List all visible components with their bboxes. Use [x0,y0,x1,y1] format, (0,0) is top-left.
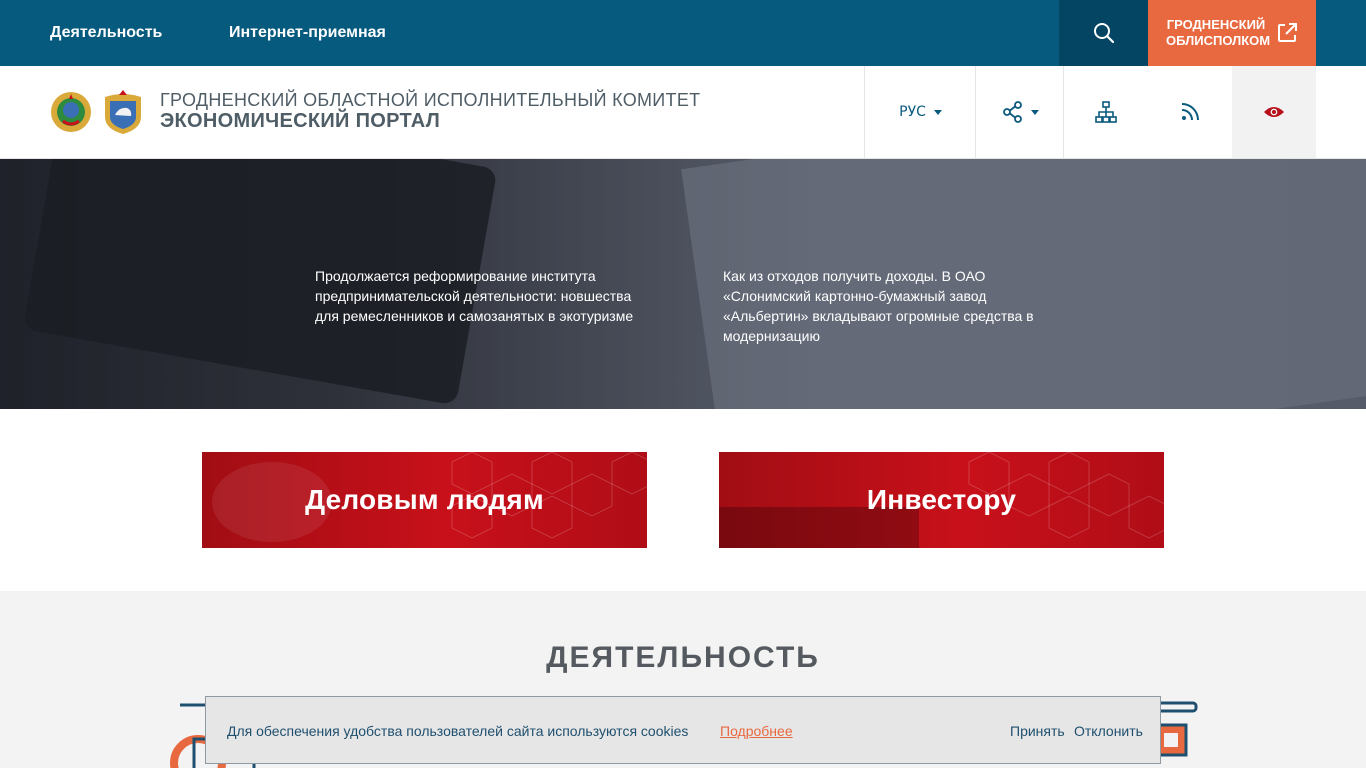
oblispolkom-label-line1: ГРОДНЕНСКИЙ [1166,17,1266,32]
language-selector[interactable]: РУС [864,66,976,158]
share-icon [1003,101,1022,123]
chevron-down-icon [933,109,942,115]
activity-section-title: ДЕЯТЕЛЬНОСТЬ [546,641,820,674]
rss-icon [1181,103,1199,121]
accessibility-eye-button[interactable] [1232,66,1316,158]
nav-link-activity[interactable]: Деятельность [50,0,162,66]
nav-link-internet-reception[interactable]: Интернет-приемная [229,0,386,66]
search-button[interactable] [1059,0,1148,66]
cookie-message: Для обеспечения удобства пользователей с… [227,723,689,739]
belarus-emblem-icon [51,92,91,132]
grodno-region-emblem-icon [105,90,141,134]
chevron-down-icon [1031,109,1039,115]
cookie-decline-button[interactable]: Отклонить [1074,723,1143,739]
news-item-link[interactable]: Продолжается реформирование института пр… [315,266,655,326]
site-title[interactable]: ЭКОНОМИЧЕСКИЙ ПОРТАЛ [160,110,440,133]
oblispolkom-label: ГРОДНЕНСКИЙ ОБЛИСПОЛКОМ [1166,17,1271,49]
language-label: РУС [899,104,926,120]
share-button[interactable] [975,66,1064,158]
cookie-accept-button[interactable]: Принять [1010,723,1065,739]
site-subtitle: ГРОДНЕНСКИЙ ОБЛАСТНОЙ ИСПОЛНИТЕЛЬНЫЙ КОМ… [160,90,701,110]
sitemap-icon [1095,101,1117,123]
investor-banner[interactable]: Инвестору [719,452,1164,548]
hero-news-slider: Продолжается реформирование института пр… [0,159,1366,409]
investor-banner-label: Инвестору [866,484,1017,515]
cookie-consent-bar: Для обеспечения удобства пользователей с… [205,696,1161,764]
top-bar: Деятельность Интернет-приемная ГРОДНЕНСК… [0,0,1366,66]
rss-button[interactable] [1148,66,1232,158]
oblispolkom-link-button[interactable]: ГРОДНЕНСКИЙ ОБЛИСПОЛКОМ [1148,0,1316,66]
cookie-more-link[interactable]: Подробнее [720,723,793,739]
news-item-link[interactable]: Как из отходов получить доходы. В ОАО «С… [723,266,1063,346]
eye-icon [1264,107,1284,117]
external-link-icon [1278,23,1297,42]
search-icon [1093,23,1114,44]
oblispolkom-label-line2: ОБЛИСПОЛКОМ [1166,33,1271,48]
sitemap-button[interactable] [1063,66,1148,158]
business-people-banner[interactable]: Деловым людям [202,452,647,548]
hero-overlay [0,159,1366,409]
site-header: ГРОДНЕНСКИЙ ОБЛАСТНОЙ ИСПОЛНИТЕЛЬНЫЙ КОМ… [0,66,1366,159]
business-people-banner-label: Деловым людям [305,484,544,515]
